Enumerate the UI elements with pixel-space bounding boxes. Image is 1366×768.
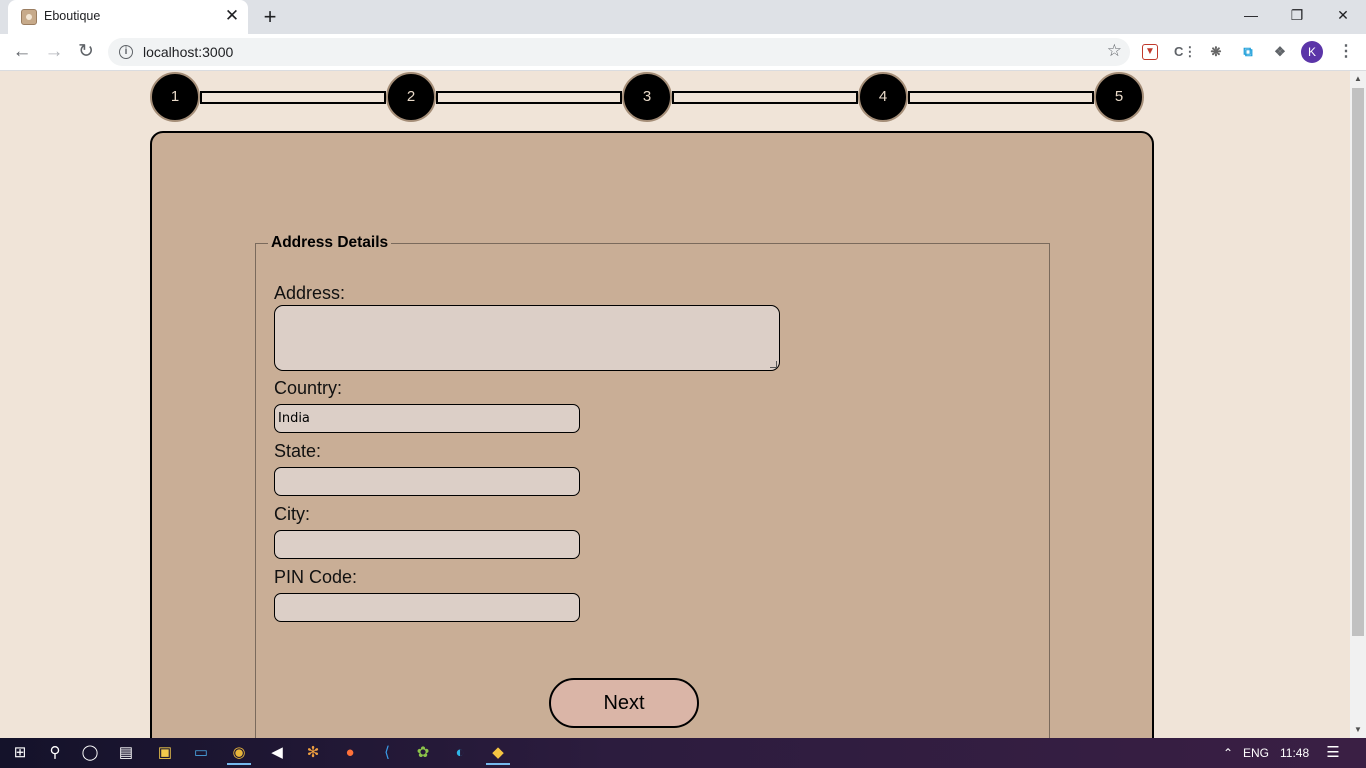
scroll-down-arrow-icon[interactable]: ▼ — [1350, 722, 1366, 738]
blender-icon[interactable]: ✻ — [301, 741, 325, 765]
new-tab-button[interactable]: + — [257, 4, 283, 30]
browser-toolbar: ← → ↻ i localhost:3000 ☆ ▼ C⋮ ❋ ⧉ ❖ K ⋮ — [0, 34, 1366, 71]
city-label: City: — [274, 504, 310, 524]
step-connector — [200, 91, 386, 104]
back-arrow-icon[interactable]: ← — [8, 38, 36, 66]
forward-arrow-icon[interactable]: → — [40, 38, 68, 66]
state-input[interactable] — [274, 467, 580, 496]
page-scrollbar[interactable]: ▲ ▼ — [1350, 71, 1366, 738]
file-explorer-icon[interactable]: ▣ — [153, 741, 177, 765]
step-connector — [908, 91, 1094, 104]
cortana-icon[interactable]: ◯ — [78, 741, 102, 765]
git-app-icon[interactable]: ◆ — [486, 741, 510, 765]
step-1[interactable]: 1 — [150, 72, 200, 122]
page-viewport: 1 2 3 4 5 Address Details Address: Count… — [0, 71, 1350, 738]
restore-icon[interactable]: ❐ — [1274, 0, 1320, 30]
state-label: State: — [274, 441, 322, 461]
tab-title: Eboutique — [44, 9, 101, 23]
address-bar[interactable]: i localhost:3000 ☆ — [108, 38, 1130, 66]
step-2[interactable]: 2 — [386, 72, 436, 122]
step-connector — [672, 91, 858, 104]
windows-start-icon[interactable]: ⊞ — [8, 741, 32, 765]
task-view-icon[interactable]: ▤ — [114, 741, 138, 765]
city-input[interactable] — [274, 530, 580, 559]
code-extension-icon[interactable]: C⋮ — [1174, 42, 1196, 62]
firefox-icon[interactable]: ● — [338, 741, 362, 765]
app-leaf-icon[interactable]: ✿ — [411, 741, 435, 765]
next-button[interactable]: Next — [549, 678, 699, 728]
bug-extension-icon[interactable]: ❋ — [1206, 42, 1226, 62]
media-app-icon[interactable]: ◀ — [265, 741, 289, 765]
reload-icon[interactable]: ↻ — [72, 38, 100, 66]
chrome-icon[interactable]: ◉ — [227, 741, 251, 765]
form-card: Address Details Address: Country: India … — [150, 131, 1154, 738]
tab-close-icon[interactable]: ✕ — [222, 6, 242, 26]
bookmark-star-icon[interactable]: ☆ — [1107, 41, 1122, 61]
notifications-icon[interactable]: ☰ — [1321, 741, 1345, 765]
clock[interactable]: 11:48 — [1280, 746, 1309, 760]
address-label: Address: — [274, 283, 346, 303]
tray-chevron-icon[interactable]: ⌃ — [1216, 741, 1240, 765]
fieldset-legend: Address Details — [268, 234, 392, 252]
profile-avatar[interactable]: K — [1301, 41, 1323, 63]
edge-icon[interactable]: ◐ — [448, 741, 472, 765]
resize-handle-icon[interactable] — [770, 361, 777, 368]
site-info-icon[interactable]: i — [119, 45, 133, 59]
pin-code-label: PIN Code: — [274, 567, 358, 587]
address-textarea[interactable] — [274, 305, 780, 371]
language-indicator[interactable]: ENG — [1243, 746, 1269, 760]
step-5[interactable]: 5 — [1094, 72, 1144, 122]
site-favicon-icon — [21, 9, 37, 25]
country-label: Country: — [274, 378, 343, 398]
minimize-icon[interactable]: — — [1228, 0, 1274, 30]
desktop-app-icon[interactable]: ▭ — [189, 741, 213, 765]
url-text[interactable]: localhost:3000 — [143, 44, 233, 60]
browser-tab[interactable]: Eboutique ✕ — [8, 0, 248, 34]
search-icon[interactable]: ⚲ — [43, 741, 67, 765]
step-connector — [436, 91, 622, 104]
country-input[interactable]: India — [274, 404, 580, 433]
windows-taskbar: ⊞ ⚲ ◯ ▤ ▣ ▭ ◉ ◀ ✻ ● ⟨ ✿ ◐ ◆ ⌃ ENG 11:48 … — [0, 738, 1366, 768]
translate-extension-icon[interactable]: ⧉ — [1238, 42, 1258, 62]
address-details-fieldset: Address Details Address: Country: India … — [255, 234, 1050, 738]
step-3[interactable]: 3 — [622, 72, 672, 122]
step-4[interactable]: 4 — [858, 72, 908, 122]
scroll-up-arrow-icon[interactable]: ▲ — [1350, 71, 1366, 87]
scroll-thumb[interactable] — [1352, 88, 1364, 636]
vscode-icon[interactable]: ⟨ — [375, 741, 399, 765]
browser-tab-bar: Eboutique ✕ + — ❐ ✕ — [0, 0, 1366, 34]
pin-code-input[interactable] — [274, 593, 580, 622]
extensions-puzzle-icon[interactable]: ❖ — [1270, 42, 1290, 62]
window-close-icon[interactable]: ✕ — [1320, 0, 1366, 30]
pocket-extension-icon[interactable]: ▼ — [1142, 44, 1158, 60]
browser-menu-icon[interactable]: ⋮ — [1336, 41, 1356, 63]
